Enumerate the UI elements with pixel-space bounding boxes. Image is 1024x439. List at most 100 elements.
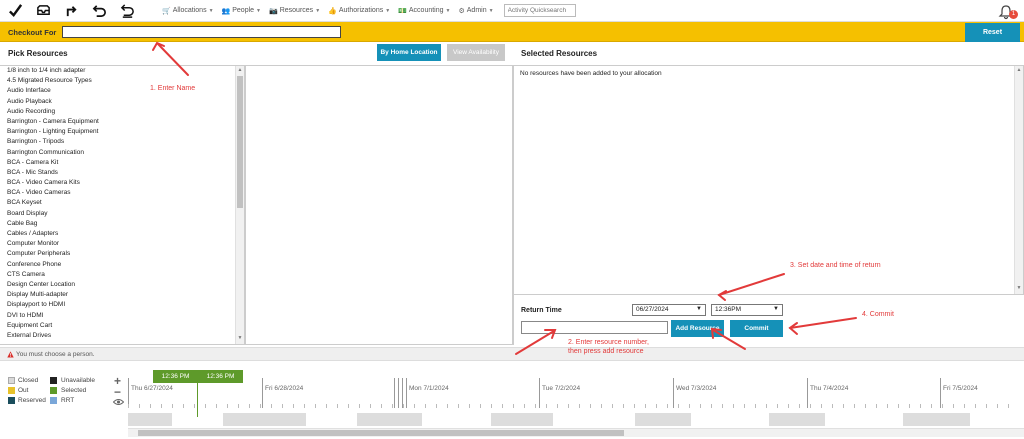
resource-type-item[interactable]: Board Display [0,209,234,219]
eye-icon[interactable] [113,398,124,406]
resource-type-item[interactable]: Barrington Communication [0,148,234,158]
zoom-out-icon[interactable]: − [114,385,121,399]
resource-type-item[interactable]: 1/8 inch to 1/4 inch adapter [0,66,234,76]
start-time-marker[interactable]: 12:36 PM [153,370,198,383]
view-availability-button[interactable]: View Availability [447,44,505,61]
timeline-hour-tick [447,404,448,408]
menu-accounting[interactable]: 💵 Accounting ▼ [398,7,450,15]
menu-resources[interactable]: 📷 Resources ▼ [269,7,320,15]
scroll-down-icon[interactable]: ▼ [236,335,244,343]
resource-type-item[interactable]: Barrington - Tripods [0,137,234,147]
legend-closed: Closed [18,377,39,384]
timeline-hour-tick [700,404,701,408]
timeline-hour-tick [414,404,415,408]
menu-admin[interactable]: ⚙ Admin ▼ [458,7,493,15]
timeline-hour-tick [381,404,382,408]
timeline-hour-tick [337,404,338,408]
commit-button[interactable]: Commit [730,320,783,337]
timeline-scrollbar[interactable] [128,428,1024,437]
return-time-select[interactable]: 12:36PM ▼ [711,304,783,316]
resource-type-item[interactable]: Equipment Cart [0,321,234,331]
legend-rrt: RRT [61,397,75,404]
timeline-hour-tick [777,404,778,408]
timeline-hour-tick [601,404,602,408]
resource-type-item[interactable]: CTS Camera [0,270,234,280]
people-icon: 👥 [221,7,231,15]
menu-authorizations[interactable]: 👍 Authorizations ▼ [328,7,390,15]
resource-type-item[interactable]: DVI to HDMI [0,311,234,321]
menu-label: People [232,7,255,14]
quicksearch-input[interactable] [503,4,576,17]
scroll-down-icon[interactable]: ▼ [1015,285,1023,293]
annotation-step2-line1: 2. Enter resource number, [568,339,649,346]
resource-type-item[interactable]: Design Center Location [0,280,234,290]
redirect-icon[interactable] [58,0,84,22]
undo-icon[interactable] [86,0,112,22]
add-resource-button[interactable]: Add Resource [671,320,724,337]
resource-type-item[interactable]: Barrington - Lighting Equipment [0,127,234,137]
resource-type-item[interactable]: BCA - Video Cameras [0,188,234,198]
menu-people[interactable]: 👥 People ▼ [222,7,261,15]
menu-label: Allocations [172,7,207,14]
notification-badge: 1 [1009,10,1018,19]
return-date-select[interactable]: 06/27/2024 ▼ [632,304,706,316]
timeline-hour-tick [480,404,481,408]
legend-unavailable: Unavailable [61,377,95,384]
checkout-for-input[interactable] [62,26,341,38]
scrollbar-thumb[interactable] [138,430,624,436]
by-home-location-button[interactable]: By Home Location [377,44,441,61]
inbox-icon[interactable] [30,0,56,22]
timeline-hour-tick [458,404,459,408]
resource-type-item[interactable]: BCA - Camera Kit [0,158,234,168]
resource-type-item[interactable]: Cables / Adapters [0,229,234,239]
resource-type-item[interactable]: Barrington - Camera Equipment [0,117,234,127]
resource-type-item[interactable]: Audio Interface [0,86,234,96]
menu-allocations[interactable]: 🛒 Allocations ▼ [162,7,214,15]
resource-type-item[interactable]: Computer Monitor [0,239,234,249]
check-icon[interactable] [2,0,28,22]
resource-type-item[interactable]: BCA - Mic Stands [0,168,234,178]
cart-icon: 🛒 [162,7,171,15]
timeline-hour-tick [645,404,646,408]
resource-type-item[interactable]: 4.5 Migrated Resource Types [0,76,234,86]
timeline-hour-tick [403,404,404,408]
timeline-hour-tick [370,404,371,408]
resource-type-item[interactable]: External Drives [0,331,234,341]
closed-period-block [357,413,422,426]
scrollbar-thumb[interactable] [237,76,243,208]
timeline-hour-tick [909,404,910,408]
timeline-day-label: Wed 7/3/2024 [676,385,717,392]
timeline-hour-tick [194,404,195,408]
reset-button[interactable]: Reset [965,23,1020,42]
resource-type-item[interactable]: Audio Playback [0,97,234,107]
resource-type-item[interactable]: BCA - Video Camera Kits [0,178,234,188]
selected-scrollbar[interactable]: ▲ ▼ [1014,66,1023,294]
timeline-hour-tick [535,404,536,408]
legend-reserved: Reserved [18,397,46,404]
scroll-up-icon[interactable]: ▲ [1015,67,1023,75]
resource-type-item[interactable]: Cable Bag [0,219,234,229]
arrow-to-commit [789,317,857,329]
timeline-day-divider [539,378,540,408]
undo-alt-icon[interactable] [114,0,140,22]
resource-type-item[interactable]: BCA Keyset [0,198,234,208]
resource-number-input[interactable] [521,321,668,334]
resource-type-item[interactable]: Displayport to HDMI [0,300,234,310]
timeline-hour-tick [293,404,294,408]
timeline-day-divider [406,378,407,408]
resources-pane [245,65,513,345]
resource-list-scrollbar[interactable]: ▲ ▼ [235,66,244,344]
end-time-marker[interactable]: 12:36 PM [198,370,243,383]
timeline-hour-tick [612,404,613,408]
timeline-hour-tick [205,404,206,408]
resource-type-pane: 1/8 inch to 1/4 inch adapter 4.5 Migrated… [0,65,245,345]
timeline-hour-tick [634,404,635,408]
resource-type-item[interactable]: Display Multi-adapter [0,290,234,300]
resource-type-item[interactable]: Audio Recording [0,107,234,117]
timeline-hour-tick [810,404,811,408]
resource-type-item[interactable]: Conference Phone [0,260,234,270]
timeline-day-label: Fri 6/28/2024 [265,385,304,392]
scroll-up-icon[interactable]: ▲ [236,67,244,75]
resource-type-item[interactable]: Computer Peripherals [0,249,234,259]
timeline-hour-tick [865,404,866,408]
